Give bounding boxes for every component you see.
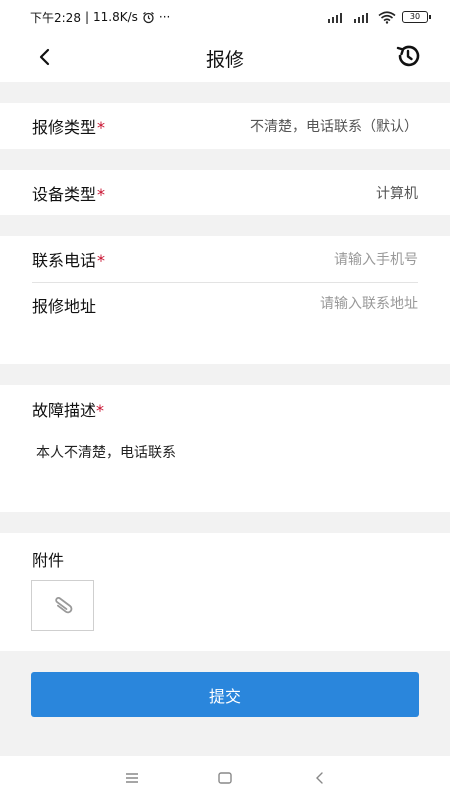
repair-type-value: 不清楚，电话联系（默认） [250, 119, 418, 135]
submit-button[interactable]: 提交 [31, 672, 419, 717]
wifi-icon [378, 10, 396, 24]
phone-label: 联系电话 [32, 251, 97, 270]
address-input[interactable]: 请输入联系地址 [320, 293, 418, 313]
battery-icon: 30 [402, 11, 431, 23]
home-icon[interactable] [215, 768, 235, 788]
signal-icon [354, 13, 368, 23]
fault-description-input[interactable]: 本人不清楚，电话联系 [36, 442, 176, 462]
device-type-value: 计算机 [376, 186, 418, 202]
history-icon[interactable] [394, 42, 422, 70]
status-speed: 11.8K/s [93, 10, 138, 24]
address-row: 报修地址 请输入联系地址 [0, 283, 450, 327]
attachment-label: 附件 [32, 551, 65, 570]
phone-input[interactable]: 请输入手机号 [334, 249, 418, 269]
alarm-icon [143, 11, 154, 23]
add-attachment-button[interactable] [31, 580, 94, 631]
fault-label: 故障描述 [32, 401, 97, 420]
menu-icon[interactable] [122, 768, 142, 788]
system-nav-bar [0, 756, 450, 800]
phone-row: 联系电话* 请输入手机号 [0, 236, 450, 282]
status-bar: 下午2:28 | 11.8K/s ··· 30 [0, 0, 450, 34]
device-type-row[interactable]: 设备类型* 计算机 [0, 170, 450, 216]
header-bar: 报修 [0, 34, 450, 82]
required-mark: * [96, 401, 105, 420]
required-mark: * [97, 251, 106, 270]
required-mark: * [97, 118, 106, 137]
device-type-label: 设备类型 [32, 185, 97, 204]
status-time: 下午2:28 [30, 10, 81, 25]
paperclip-icon [54, 596, 72, 613]
back-nav-icon[interactable] [310, 768, 330, 788]
repair-type-row[interactable]: 报修类型* 不清楚，电话联系（默认） [0, 103, 450, 149]
page-title: 报修 [205, 48, 244, 71]
repair-type-label: 报修类型 [32, 118, 97, 137]
address-label: 报修地址 [32, 297, 97, 316]
signal-icon [328, 13, 342, 23]
required-mark: * [97, 185, 106, 204]
status-more: ··· [158, 10, 171, 24]
back-arrow-icon[interactable] [32, 44, 58, 70]
